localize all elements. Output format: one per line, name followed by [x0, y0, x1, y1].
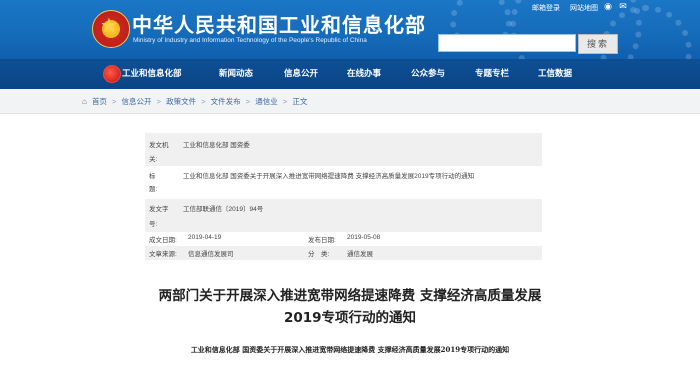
nav-home-logo-icon[interactable] [103, 65, 121, 83]
issuer-label-cont: 关: [149, 156, 158, 163]
top-links: 邮箱登录 网站地图 [524, 3, 598, 13]
nav-item-online-service[interactable]: 在线办事 [347, 67, 381, 79]
nav-item-public-participation[interactable]: 公众参与 [411, 67, 445, 79]
headline-line-1: 两部门关于开展深入推进宽带网络提速降费 支撑经济高质量发展 [158, 288, 542, 304]
number-label-cont: 号: [149, 221, 158, 228]
number-value: 工信部联通信〔2019〕94号 [183, 206, 264, 213]
article-subtitle: 工业和信息化部 国资委关于开展深入推进宽带网络提速降费 支撑经济高质量发展201… [190, 345, 510, 354]
issuer-label: 发文机 [149, 142, 169, 149]
article-headline: 两部门关于开展深入推进宽带网络提速降费 支撑经济高质量发展 2019专项行动的通… [0, 285, 700, 329]
breadcrumb-separator: > [156, 97, 161, 106]
breadcrumb-separator: > [112, 97, 117, 106]
info-row-title: 标 题: 工业和信息化部 国资委关于开展深入推进宽带网络提速降费 支撑经济高质量… [145, 166, 542, 199]
created-label: 成文日期: [149, 237, 177, 244]
mail-login-link[interactable]: 邮箱登录 [532, 5, 560, 12]
info-row-source: 文章来源: 信息通信发展司 分 类: 通信发展 [145, 246, 542, 260]
weibo-icon[interactable]: ◉ [603, 2, 613, 12]
category-value: 通信发展 [347, 251, 373, 258]
main-nav: 工业和信息化部 新闻动态 信息公开 在线办事 公众参与 专题专栏 工信数据 [0, 59, 700, 89]
title-value: 工业和信息化部 国资委关于开展深入推进宽带网络提速降费 支撑经济高质量发展201… [183, 173, 475, 180]
source-label: 文章来源: [149, 251, 177, 258]
nav-item-info-disclosure[interactable]: 信息公开 [284, 67, 318, 79]
title-label: 标 [149, 173, 156, 180]
breadcrumb-file-release[interactable]: 文件发布 [211, 97, 241, 106]
source-value: 信息通信发展司 [188, 251, 234, 258]
site-subtitle: Ministry of Industry and Information Tec… [133, 37, 367, 44]
breadcrumb-current: 正文 [292, 97, 308, 106]
issuer-value: 工业和信息化部 国资委 [183, 142, 250, 149]
search-button[interactable]: 搜索 [578, 34, 618, 54]
breadcrumb-home[interactable]: 首页 [92, 97, 107, 106]
number-label: 发文字 [149, 206, 169, 213]
sitemap-link[interactable]: 网站地图 [570, 5, 598, 12]
site-header: ★ 中华人民共和国工业和信息化部 Ministry of Industry an… [0, 0, 700, 59]
nav-item-data[interactable]: 工信数据 [538, 67, 572, 79]
category-label: 分 类: [308, 251, 330, 258]
breadcrumb-policy-files[interactable]: 政策文件 [166, 97, 196, 106]
title-label-cont: 题: [149, 186, 158, 193]
breadcrumb-info-disclosure[interactable]: 信息公开 [122, 97, 152, 106]
nav-item-special-topics[interactable]: 专题专栏 [475, 67, 509, 79]
created-value: 2019-04-19 [188, 234, 222, 241]
national-emblem-icon: ★ [92, 10, 130, 48]
breadcrumb-telecom[interactable]: 通信业 [255, 97, 278, 106]
search-input[interactable] [438, 34, 576, 52]
published-value: 2019-05-08 [347, 234, 381, 241]
site-title: 中华人民共和国工业和信息化部 [132, 13, 426, 37]
breadcrumb-separator: > [201, 97, 206, 106]
home-icon: ⌂ [82, 97, 87, 106]
breadcrumb-separator: > [282, 97, 288, 106]
info-row-dates: 成文日期: 2019-04-19 发布日期: 2019-05-08 [145, 232, 542, 246]
breadcrumb-separator: > [245, 97, 251, 106]
wechat-icon[interactable]: ✉ [618, 2, 628, 12]
document-info-table: 发文机 关: 工业和信息化部 国资委 标 题: 工业和信息化部 国资委关于开展深… [145, 133, 542, 260]
published-label: 发布日期: [308, 237, 336, 244]
info-row-number: 发文字 号: 工信部联通信〔2019〕94号 [145, 199, 542, 232]
headline-line-2: 2019专项行动的通知 [283, 310, 417, 326]
breadcrumb: ⌂ 首页 > 信息公开 > 政策文件 > 文件发布 > 通信业 > 正文 [82, 96, 307, 107]
nav-item-miit[interactable]: 工业和信息化部 [122, 67, 182, 79]
nav-item-news[interactable]: 新闻动态 [219, 67, 253, 79]
info-row-issuer: 发文机 关: 工业和信息化部 国资委 [145, 133, 542, 166]
